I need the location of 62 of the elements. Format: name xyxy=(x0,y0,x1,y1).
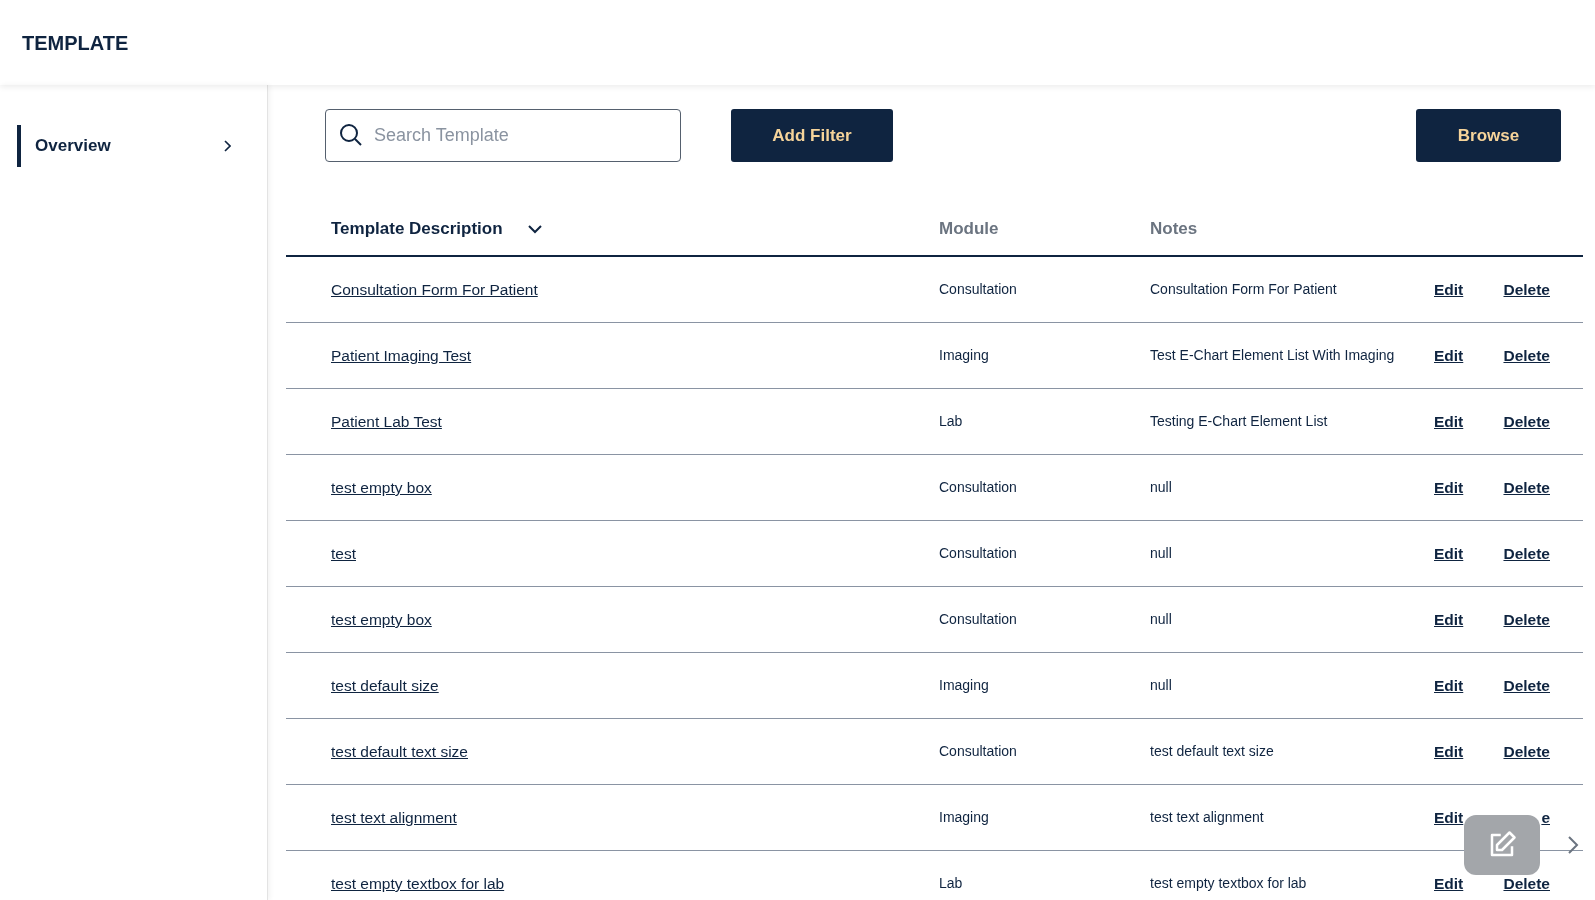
table-cell: test default text size xyxy=(1150,743,1274,759)
template-link[interactable]: test text alignment xyxy=(331,808,457,826)
chevron-down-icon[interactable] xyxy=(526,223,543,234)
delete-link[interactable]: Delete xyxy=(1503,346,1550,364)
table-cell: Test E-Chart Element List With Imaging xyxy=(1150,347,1395,363)
edit-link[interactable]: Edit xyxy=(1434,280,1464,298)
table-cell: Imaging xyxy=(939,347,989,363)
table-cell: test empty textbox for lab xyxy=(1150,875,1307,891)
delete-link[interactable]: Delete xyxy=(1503,280,1550,298)
delete-link[interactable]: Delete xyxy=(1503,610,1550,628)
table-cell: null xyxy=(1150,479,1172,495)
table-cell: Consultation xyxy=(939,545,1017,561)
table-cell: null xyxy=(1150,677,1172,693)
edit-link[interactable]: Edit xyxy=(1434,676,1464,694)
edit-link[interactable]: Edit xyxy=(1434,412,1464,430)
template-link[interactable]: test xyxy=(331,544,356,562)
template-link[interactable]: test default size xyxy=(331,676,439,694)
table-cell: null xyxy=(1150,545,1172,561)
page-title: TEMPLATE xyxy=(22,30,129,56)
template-link[interactable]: test empty textbox for lab xyxy=(331,874,505,892)
table-cell: Consultation xyxy=(939,611,1017,627)
template-link[interactable]: Consultation Form For Patient xyxy=(331,280,538,298)
edit-link[interactable]: Edit xyxy=(1434,610,1464,628)
column-header[interactable]: Template Description xyxy=(331,215,503,242)
search-field[interactable]: Search Template xyxy=(325,109,681,162)
delete-link[interactable]: e xyxy=(1541,808,1550,826)
template-link[interactable]: Patient Lab Test xyxy=(331,412,442,430)
table-cell: Consultation xyxy=(939,743,1017,759)
edit-link[interactable]: Edit xyxy=(1434,742,1464,760)
column-header: Module xyxy=(939,217,999,240)
column-header: Notes xyxy=(1150,217,1198,240)
table-cell: null xyxy=(1150,611,1172,627)
table-cell: test text alignment xyxy=(1150,809,1264,825)
browse-button[interactable]: Browse xyxy=(1416,109,1561,162)
table-cell: Consultation Form For Patient xyxy=(1150,281,1337,297)
template-link[interactable]: test empty box xyxy=(331,610,432,628)
chevron-right-icon[interactable] xyxy=(1567,835,1579,855)
chevron-right-icon xyxy=(223,139,231,152)
template-link[interactable]: test default text size xyxy=(331,742,468,760)
edit-link[interactable]: Edit xyxy=(1434,544,1464,562)
edit-link[interactable]: Edit xyxy=(1434,874,1464,892)
template-link[interactable]: Patient Imaging Test xyxy=(331,346,472,364)
table-cell: Consultation xyxy=(939,281,1017,297)
add-filter-button[interactable]: Add Filter xyxy=(731,109,893,162)
table-cell: Imaging xyxy=(939,677,989,693)
delete-link[interactable]: Delete xyxy=(1503,478,1550,496)
delete-link[interactable]: Delete xyxy=(1503,874,1550,892)
table-cell: Lab xyxy=(939,875,963,891)
table-cell: Consultation xyxy=(939,479,1017,495)
delete-link[interactable]: Delete xyxy=(1503,412,1550,430)
delete-link[interactable]: Delete xyxy=(1503,742,1550,760)
edit-button[interactable] xyxy=(1464,815,1540,875)
edit-link[interactable]: Edit xyxy=(1434,346,1464,364)
table-cell: Lab xyxy=(939,413,963,429)
table-cell: Testing E-Chart Element List xyxy=(1150,413,1328,429)
sidebar-item[interactable]: Overview xyxy=(17,125,245,167)
delete-link[interactable]: Delete xyxy=(1503,544,1550,562)
edit-link[interactable]: Edit xyxy=(1434,808,1464,826)
template-link[interactable]: test empty box xyxy=(331,478,432,496)
table-cell: Imaging xyxy=(939,809,989,825)
delete-link[interactable]: Delete xyxy=(1503,676,1550,694)
edit-link[interactable]: Edit xyxy=(1434,478,1464,496)
